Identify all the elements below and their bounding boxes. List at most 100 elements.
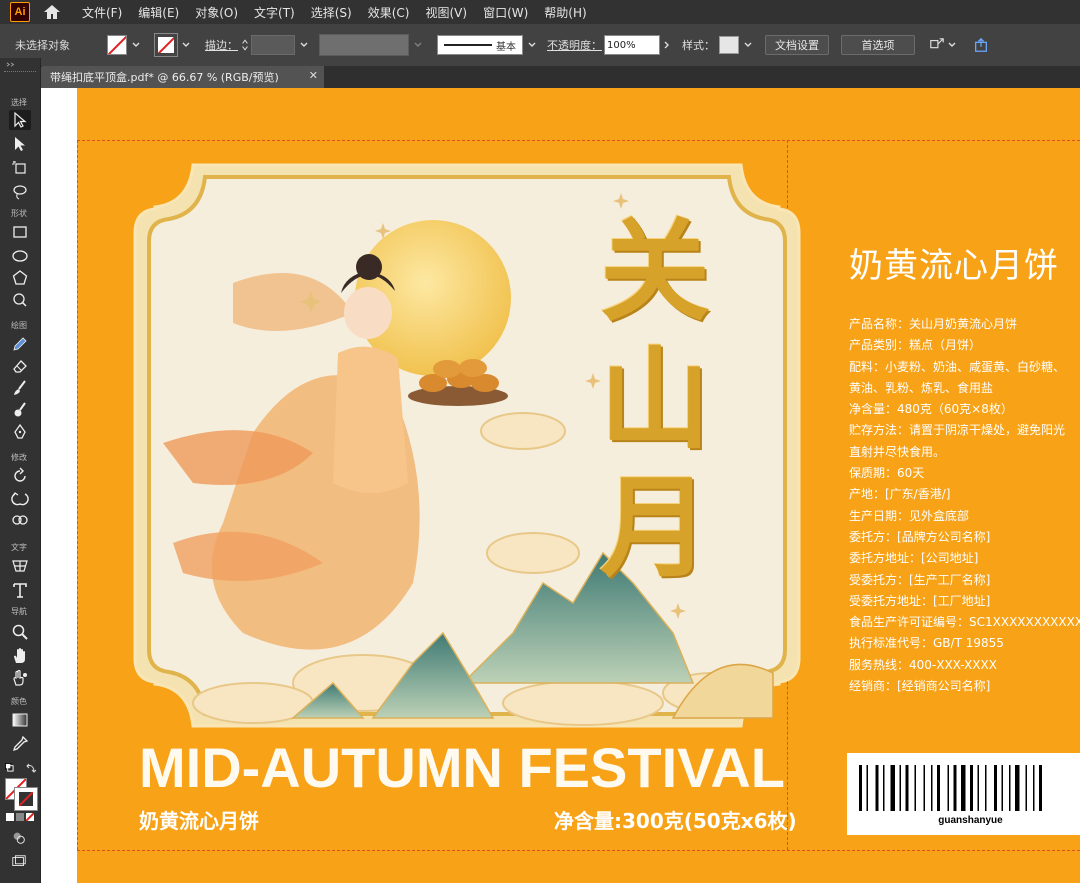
color-mode-solid[interactable] [6, 813, 14, 821]
stroke-swatch[interactable] [154, 33, 178, 57]
puppet-warp-tool[interactable] [9, 668, 31, 688]
zoom-tool[interactable] [9, 622, 31, 642]
document-setup-button[interactable]: 文档设置 [765, 35, 829, 55]
info-line: 配料：小麦粉、奶油、咸蛋黄、白砂糖、 [849, 359, 1066, 374]
close-icon[interactable]: ✕ [309, 69, 318, 82]
shape-builder-tool[interactable] [9, 510, 31, 530]
pencil-icon [13, 337, 27, 351]
barcode-bars [859, 765, 1042, 811]
menu-object[interactable]: 对象(O) [187, 4, 246, 21]
menu-type[interactable]: 文字(T) [246, 4, 303, 21]
color-mode-gradient[interactable] [16, 813, 24, 821]
barcode-bar [1015, 765, 1020, 811]
puppet-hand-icon [13, 669, 27, 686]
rectangle-tool[interactable] [9, 222, 31, 242]
graphic-style-swatch[interactable] [719, 36, 739, 54]
menu-window[interactable]: 窗口(W) [475, 4, 536, 21]
tool-group-draw-label: 绘图 [11, 321, 27, 330]
tool-group-nav-label: 导航 [11, 607, 27, 616]
home-icon[interactable] [42, 3, 62, 21]
chevron-down-icon[interactable] [131, 40, 141, 50]
opacity-input[interactable]: 100% [604, 35, 660, 55]
info-line: 服务热线：400-XXX-XXXX [849, 657, 997, 672]
selection-tool[interactable] [9, 110, 31, 130]
opacity-label: 不透明度： [547, 39, 602, 52]
pencil-tool[interactable] [9, 334, 31, 354]
direct-selection-tool[interactable] [9, 134, 31, 154]
product-info-list: 产品名称：关山月奶黄流心月饼 产品类别：糕点（月饼） 配料：小麦粉、奶油、咸蛋黄… [849, 314, 1080, 697]
type-tool[interactable] [9, 580, 31, 600]
lasso-tool[interactable] [9, 182, 31, 202]
pen-nib-icon [14, 423, 26, 439]
menu-view[interactable]: 视图(V) [417, 4, 475, 21]
menu-effect[interactable]: 效果(C) [360, 4, 418, 21]
fill-swatch[interactable] [107, 35, 127, 55]
menu-select[interactable]: 选择(S) [303, 4, 360, 21]
barcode-bar [899, 765, 901, 811]
hand-tool[interactable] [9, 646, 31, 666]
none-slash-icon [158, 37, 174, 53]
die-line-top [77, 140, 1080, 141]
style-label: 样式： [682, 39, 715, 52]
stroke-stepper-icon[interactable] [241, 38, 249, 52]
eyedropper-tool[interactable] [9, 734, 31, 754]
none-slash-icon [26, 813, 34, 821]
chevron-down-icon[interactable] [181, 40, 191, 50]
document-tab[interactable]: 带绳扣底平顶盒.pdf* @ 66.67 % (RGB/预览) ✕ [42, 66, 324, 88]
polygon-tool[interactable] [9, 268, 31, 288]
menu-help[interactable]: 帮助(H) [536, 4, 594, 21]
artboard-tool[interactable] [9, 158, 31, 178]
gradient-mesh-tool[interactable] [9, 556, 31, 576]
barcode-bar [970, 765, 973, 811]
tools-grip[interactable] [4, 71, 36, 75]
draw-mode-icon[interactable] [11, 830, 27, 846]
calligraphy-char-3: 月 [600, 463, 710, 592]
preferences-button[interactable]: 首选项 [841, 35, 915, 55]
paintbrush-tool[interactable] [9, 378, 31, 398]
rotate-tool[interactable] [9, 466, 31, 486]
menu-edit[interactable]: 编辑(E) [130, 4, 187, 21]
blob-brush-tool[interactable] [9, 400, 31, 420]
info-line: 净含量：480克（60克×8枚） [849, 402, 1013, 417]
barcode-bar [883, 765, 885, 811]
info-line: 产地：[广东/香港/] [849, 487, 951, 502]
info-line: 委托方：[品牌方公司名称] [849, 529, 991, 544]
pen-tool[interactable] [9, 422, 31, 442]
swap-colors-icon[interactable] [26, 763, 36, 773]
info-line: 委托方地址：[公司地址] [849, 551, 979, 566]
variable-width-profile[interactable] [319, 34, 409, 56]
color-mode-none[interactable] [26, 813, 34, 821]
screen-mode-icon[interactable] [11, 854, 27, 870]
barcode-bar [1033, 765, 1035, 811]
stroke-label: 描边： [205, 39, 238, 52]
chevron-down-icon[interactable] [743, 40, 753, 50]
shaper-tool[interactable] [9, 290, 31, 310]
eyedropper-icon [12, 735, 29, 752]
panel-collapse-icon[interactable] [6, 62, 16, 67]
color-mode-buttons[interactable] [6, 813, 34, 821]
magnifier-icon [12, 624, 28, 640]
chevron-down-icon[interactable] [299, 40, 309, 50]
reflect-tool[interactable] [9, 488, 31, 508]
share-upload-icon[interactable] [973, 37, 989, 53]
chevron-down-icon[interactable] [527, 40, 537, 50]
canvas-area[interactable]: 关 山 月 MID-AUTUMN FESTIVAL 奶黄流心月饼 净含量:300… [41, 88, 1080, 883]
gradient-tool[interactable] [9, 710, 31, 730]
barcode-bar [1001, 765, 1003, 811]
tool-group-shape-label: 形状 [11, 209, 27, 218]
chevron-right-icon[interactable] [662, 40, 672, 50]
stroke-color-swatch[interactable] [14, 787, 38, 811]
ellipse-tool[interactable] [9, 246, 31, 266]
shaper-icon [13, 293, 27, 307]
info-line: 执行标准代号：GB/T 19855 [849, 636, 1004, 651]
default-colors-icon[interactable] [5, 763, 14, 772]
stroke-weight-input[interactable] [251, 35, 295, 55]
info-line: 黄油、乳粉、炼乳、食用盐 [849, 380, 994, 395]
blob-brush-icon [14, 402, 26, 417]
barcode-bar [914, 765, 916, 811]
brush-profile-select[interactable]: 基本 [437, 35, 523, 55]
eraser-tool[interactable] [9, 356, 31, 376]
arrange-documents-icon[interactable] [929, 37, 945, 53]
menu-file[interactable]: 文件(F) [74, 4, 130, 21]
chevron-down-icon[interactable] [947, 40, 957, 50]
